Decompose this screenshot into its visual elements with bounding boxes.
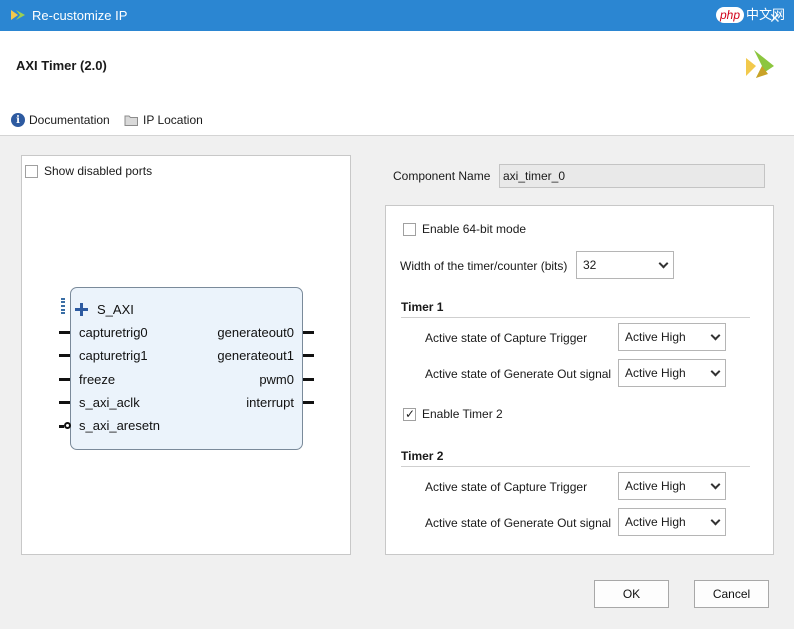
bus-interface-dots xyxy=(61,298,65,314)
window-title: Re-customize IP xyxy=(32,8,128,23)
documentation-menu[interactable]: i Documentation xyxy=(11,110,110,130)
timer2-divider xyxy=(401,466,750,467)
component-name-label: Component Name xyxy=(393,169,491,183)
enable-timer2-toggle[interactable]: Enable Timer 2 xyxy=(403,407,503,421)
ip-location-button[interactable]: IP Location xyxy=(124,110,203,130)
show-disabled-ports-toggle[interactable]: Show disabled ports xyxy=(25,164,152,178)
pin-freeze xyxy=(59,378,70,381)
timer1-section-title: Timer 1 xyxy=(401,300,444,314)
ip-title: AXI Timer (2.0) xyxy=(16,58,107,73)
timer1-capture-trigger-select[interactable]: Active High xyxy=(618,323,726,351)
timer2-generate-out-value: Active High xyxy=(625,515,686,529)
width-label: Width of the timer/counter (bits) xyxy=(400,259,568,273)
timer2-capture-trigger-select[interactable]: Active High xyxy=(618,472,726,500)
pin-s-axi-aclk xyxy=(59,401,70,404)
chevron-down-icon xyxy=(710,479,721,489)
port-s-axi-aclk: s_axi_aclk xyxy=(79,395,140,410)
timer1-generate-out-label: Active state of Generate Out signal xyxy=(425,367,612,381)
vivado-app-icon xyxy=(11,10,25,20)
pin-interrupt xyxy=(303,401,314,404)
show-disabled-ports-label: Show disabled ports xyxy=(44,164,153,178)
info-icon: i xyxy=(11,113,25,127)
cancel-button[interactable]: Cancel xyxy=(694,580,769,608)
port-generateout1: generateout1 xyxy=(217,348,294,363)
ip-toolbar: i Documentation IP Location xyxy=(0,104,794,136)
port-s-axi-aresetn: s_axi_aresetn xyxy=(79,418,160,433)
show-disabled-ports-checkbox[interactable] xyxy=(25,164,38,178)
folder-icon xyxy=(124,115,138,126)
port-generateout0: generateout0 xyxy=(217,325,294,340)
enable-64bit-toggle[interactable]: Enable 64-bit mode xyxy=(403,222,526,236)
enable-timer2-checkbox[interactable] xyxy=(403,407,416,421)
ip-header: AXI Timer (2.0) xyxy=(0,31,794,104)
timer2-section-title: Timer 2 xyxy=(401,449,444,463)
timer1-generate-out-value: Active High xyxy=(625,366,686,380)
watermark-badge: php xyxy=(716,7,745,23)
port-pwm0: pwm0 xyxy=(259,372,294,387)
chevron-down-icon xyxy=(710,515,721,525)
pin-pwm0 xyxy=(303,378,314,381)
pin-capturetrig0 xyxy=(59,331,70,334)
enable-64bit-label: Enable 64-bit mode xyxy=(422,222,527,236)
configuration-panel: Enable 64-bit mode Width of the timer/co… xyxy=(385,205,774,555)
timer2-capture-trigger-label: Active state of Capture Trigger xyxy=(425,480,588,494)
title-bar: Re-customize IP php 中文网 ✕ xyxy=(0,0,794,31)
enable-64bit-checkbox[interactable] xyxy=(403,222,416,236)
width-value: 32 xyxy=(583,258,597,272)
timer2-generate-out-label: Active state of Generate Out signal xyxy=(425,516,612,530)
port-freeze: freeze xyxy=(79,372,116,387)
component-name-input[interactable] xyxy=(499,164,765,188)
chevron-down-icon xyxy=(658,258,669,268)
port-s-axi: S_AXI xyxy=(97,302,134,317)
timer1-generate-out-select[interactable]: Active High xyxy=(618,359,726,387)
enable-timer2-label: Enable Timer 2 xyxy=(422,407,503,421)
documentation-label: Documentation xyxy=(29,113,110,127)
port-capturetrig0: capturetrig0 xyxy=(79,325,148,340)
timer2-capture-trigger-value: Active High xyxy=(625,479,686,493)
pin-capturetrig1 xyxy=(59,354,70,357)
expand-bus-icon[interactable] xyxy=(75,303,88,316)
port-interrupt: interrupt xyxy=(246,395,294,410)
chevron-down-icon xyxy=(710,366,721,376)
timer1-capture-trigger-label: Active state of Capture Trigger xyxy=(425,331,588,345)
timer1-divider xyxy=(401,317,750,318)
pin-generateout0 xyxy=(303,331,314,334)
timer1-capture-trigger-value: Active High xyxy=(625,330,686,344)
active-low-bubble-icon xyxy=(64,422,71,429)
ip-block-symbol: S_AXI capturetrig0 capturetrig1 freeze s… xyxy=(59,287,314,450)
ok-button[interactable]: OK xyxy=(594,580,669,608)
close-icon[interactable]: ✕ xyxy=(769,10,781,27)
pin-generateout1 xyxy=(303,354,314,357)
chevron-down-icon xyxy=(710,330,721,340)
width-select[interactable]: 32 xyxy=(576,251,674,279)
port-capturetrig1: capturetrig1 xyxy=(79,348,148,363)
vivado-logo-icon xyxy=(746,50,774,78)
timer2-generate-out-select[interactable]: Active High xyxy=(618,508,726,536)
ip-location-label: IP Location xyxy=(143,113,203,127)
ip-symbol-panel: Show disabled ports S_AXI capturetrig0 c… xyxy=(21,155,351,555)
